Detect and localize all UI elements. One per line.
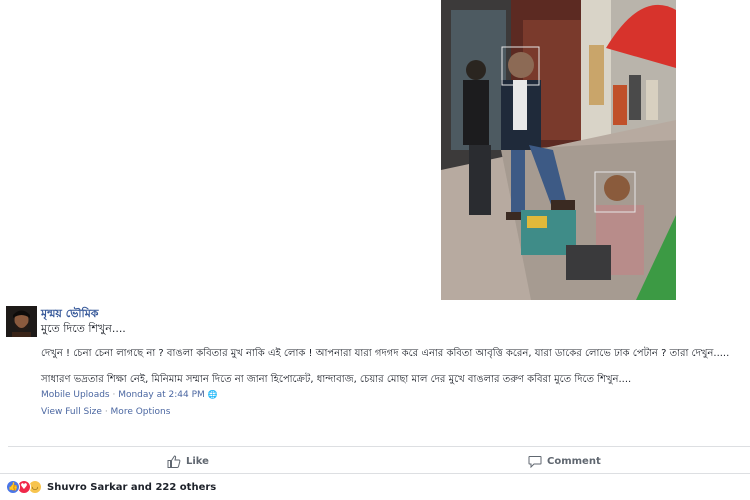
action-bar-bottom-divider [0, 473, 750, 474]
action-bar-top-divider [8, 446, 750, 447]
comment-button-label: Comment [547, 455, 601, 467]
reactions-summary[interactable]: 👍 ♥ ◡ Shuvro Sarkar and 222 others [6, 480, 216, 494]
avatar-image [6, 306, 37, 337]
photo-options: View Full Size · More Options [41, 407, 170, 417]
more-options-link[interactable]: More Options [111, 407, 171, 417]
speech-bubble-icon [528, 455, 542, 468]
reaction-count-link[interactable]: Shuvro Sarkar and 222 others [47, 482, 216, 493]
view-full-size-link[interactable]: View Full Size [41, 407, 102, 417]
globe-icon[interactable]: 🌐 [208, 390, 218, 399]
post-photo[interactable] [441, 0, 676, 300]
street-scene-image [441, 0, 676, 300]
like-button-label: Like [186, 455, 209, 467]
post-meta: Mobile Uploads · Monday at 2:44 PM 🌐 [41, 390, 218, 400]
meta-separator: · [109, 390, 119, 400]
post-text-paragraph-2: সাধারণ ভদ্রতার শিক্ষা নেই, মিনিমাম সম্মা… [41, 374, 632, 385]
like-reaction-icon: 👍 [6, 480, 20, 494]
options-separator: · [101, 407, 111, 417]
comment-button[interactable]: Comment [528, 452, 601, 470]
author-avatar[interactable] [6, 306, 37, 337]
like-button[interactable]: Like [167, 452, 209, 470]
thumbs-up-icon [167, 454, 181, 468]
mobile-uploads-link[interactable]: Mobile Uploads [41, 390, 110, 400]
post-text-paragraph-1: দেখুন ! চেনা চেনা লাগছে না ? বাঙলা কবিতা… [41, 348, 730, 359]
timestamp-link[interactable]: Monday at 2:44 PM [118, 390, 205, 400]
post-subtitle: মুতে দিতে শিখুন.... [41, 322, 126, 335]
